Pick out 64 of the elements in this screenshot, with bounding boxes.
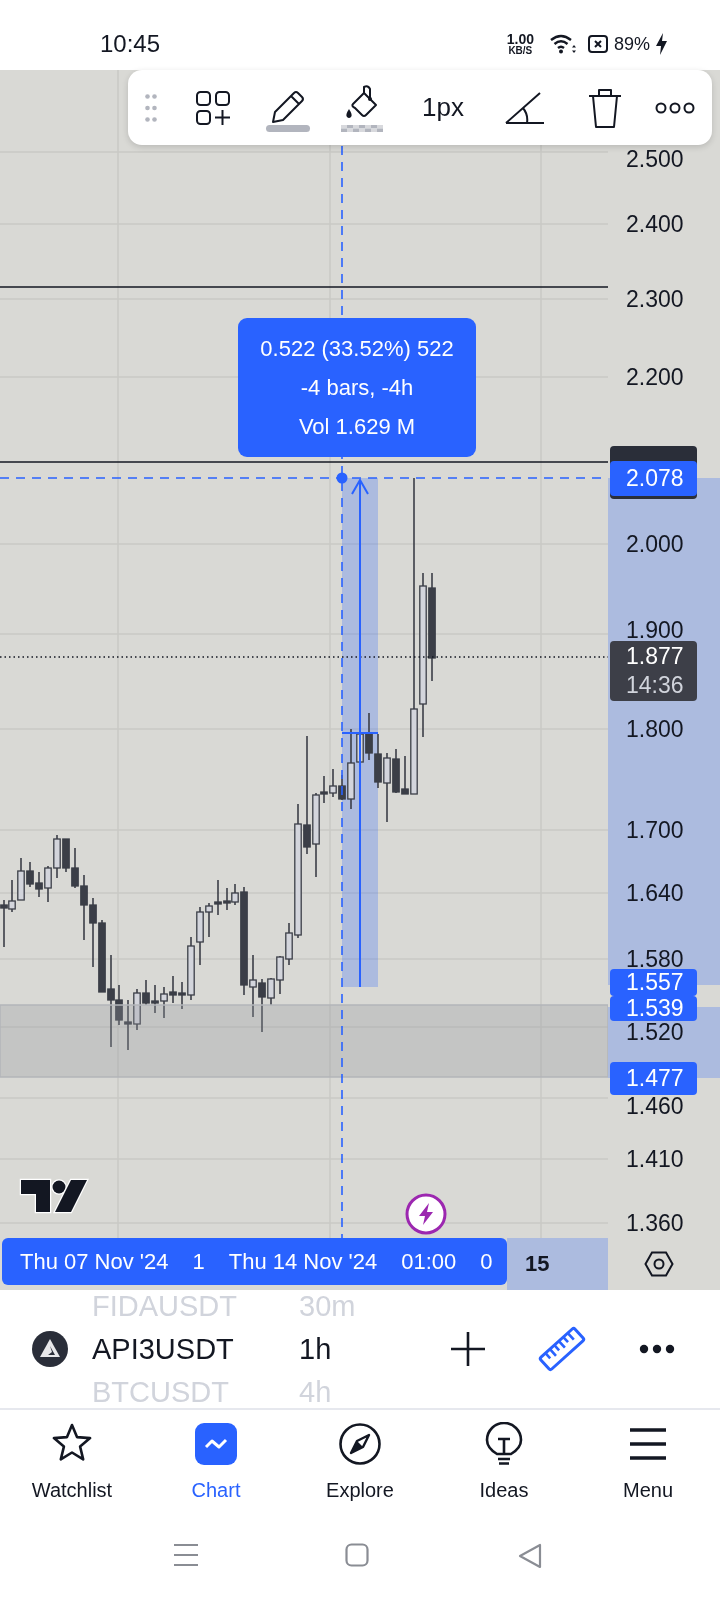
nav-tab[interactable]: Ideas xyxy=(432,1410,576,1530)
nav-tab[interactable]: Chart xyxy=(144,1410,288,1530)
countdown-text: 14:36 xyxy=(626,671,685,700)
price-tick-text: 1.520 xyxy=(626,1021,684,1043)
battery-icon xyxy=(587,35,608,53)
more-icon[interactable] xyxy=(655,101,695,114)
time-text: 01:00 xyxy=(401,1248,457,1275)
line-width-button[interactable]: 1px xyxy=(422,92,464,123)
more-icon[interactable] xyxy=(639,1344,675,1354)
price-label: 1.557 xyxy=(610,969,697,996)
price-tick-text: 1.580 xyxy=(626,948,684,970)
price-tick-text: 2.400 xyxy=(626,213,684,235)
recent-apps-icon[interactable] xyxy=(173,1543,199,1567)
compass-icon xyxy=(338,1422,382,1466)
price-tick-text: 1.900 xyxy=(626,619,684,641)
measure-text: -4 bars, -4h xyxy=(300,374,414,402)
drag-handle-icon[interactable] xyxy=(145,93,157,122)
price-label: 1.477 xyxy=(610,1062,697,1095)
measure-text: 0.522 (33.52%) 522 xyxy=(260,335,454,363)
angle-icon[interactable] xyxy=(504,90,544,125)
clock-text: 10:45 xyxy=(100,30,161,58)
nav-tab[interactable]: Watchlist xyxy=(0,1410,144,1530)
range-line xyxy=(341,732,379,734)
logo-icon[interactable] xyxy=(19,1177,89,1215)
measure-text: Vol 1.629 M xyxy=(298,413,416,441)
settings-icon[interactable] xyxy=(644,1251,674,1277)
time-text: 1 xyxy=(192,1248,205,1275)
price-tick-text: 2.000 xyxy=(626,533,684,555)
price-tick-text: 1.700 xyxy=(626,819,684,841)
time-text: 0 xyxy=(480,1248,493,1275)
price-label: 2.078 xyxy=(610,461,697,496)
interval-text[interactable]: 1h xyxy=(299,1332,356,1366)
grid-plus-icon[interactable] xyxy=(196,90,230,125)
fill-bucket-icon[interactable] xyxy=(339,83,385,132)
price-tick-text: 2.500 xyxy=(626,148,684,170)
line-chart-icon xyxy=(194,1422,238,1466)
time-text: Thu 07 Nov '24 xyxy=(20,1248,169,1275)
price-tick-text: 1.800 xyxy=(626,718,684,740)
time-text: Thu 14 Nov '24 xyxy=(228,1248,378,1275)
time-tick-text: 15 xyxy=(525,1251,550,1277)
price-tick-text: 1.460 xyxy=(626,1095,684,1117)
network-speed-text: 1.00 xyxy=(506,32,534,46)
price-value-text: 1.877 xyxy=(626,642,685,671)
price-label: 1.539 xyxy=(610,996,697,1021)
trash-icon[interactable] xyxy=(588,87,622,128)
price-tick-text: 1.640 xyxy=(626,882,684,904)
battery-text: 89% xyxy=(613,33,650,55)
symbol-text[interactable]: API3USDT xyxy=(92,1332,275,1366)
nav-tab[interactable]: Menu xyxy=(576,1410,720,1530)
back-icon[interactable] xyxy=(518,1543,542,1569)
price-tick-text: 2.300 xyxy=(626,288,684,310)
wifi-icon xyxy=(549,34,578,54)
ruler-icon[interactable] xyxy=(537,1324,587,1374)
speed-unit-text: KB/S xyxy=(508,46,533,56)
price-tick-text: 1.360 xyxy=(626,1212,684,1234)
plus-icon[interactable] xyxy=(451,1332,485,1366)
nav-tab[interactable]: Explore xyxy=(288,1410,432,1530)
coin-icon[interactable] xyxy=(32,1331,68,1367)
home-icon[interactable] xyxy=(345,1543,369,1567)
price-tick-text: 2.200 xyxy=(626,366,684,388)
anchor-dot-icon[interactable] xyxy=(336,472,348,484)
lightning-icon[interactable] xyxy=(405,1193,447,1235)
price-tick-text: 1.410 xyxy=(626,1148,684,1170)
measure-range[interactable] xyxy=(342,478,378,987)
